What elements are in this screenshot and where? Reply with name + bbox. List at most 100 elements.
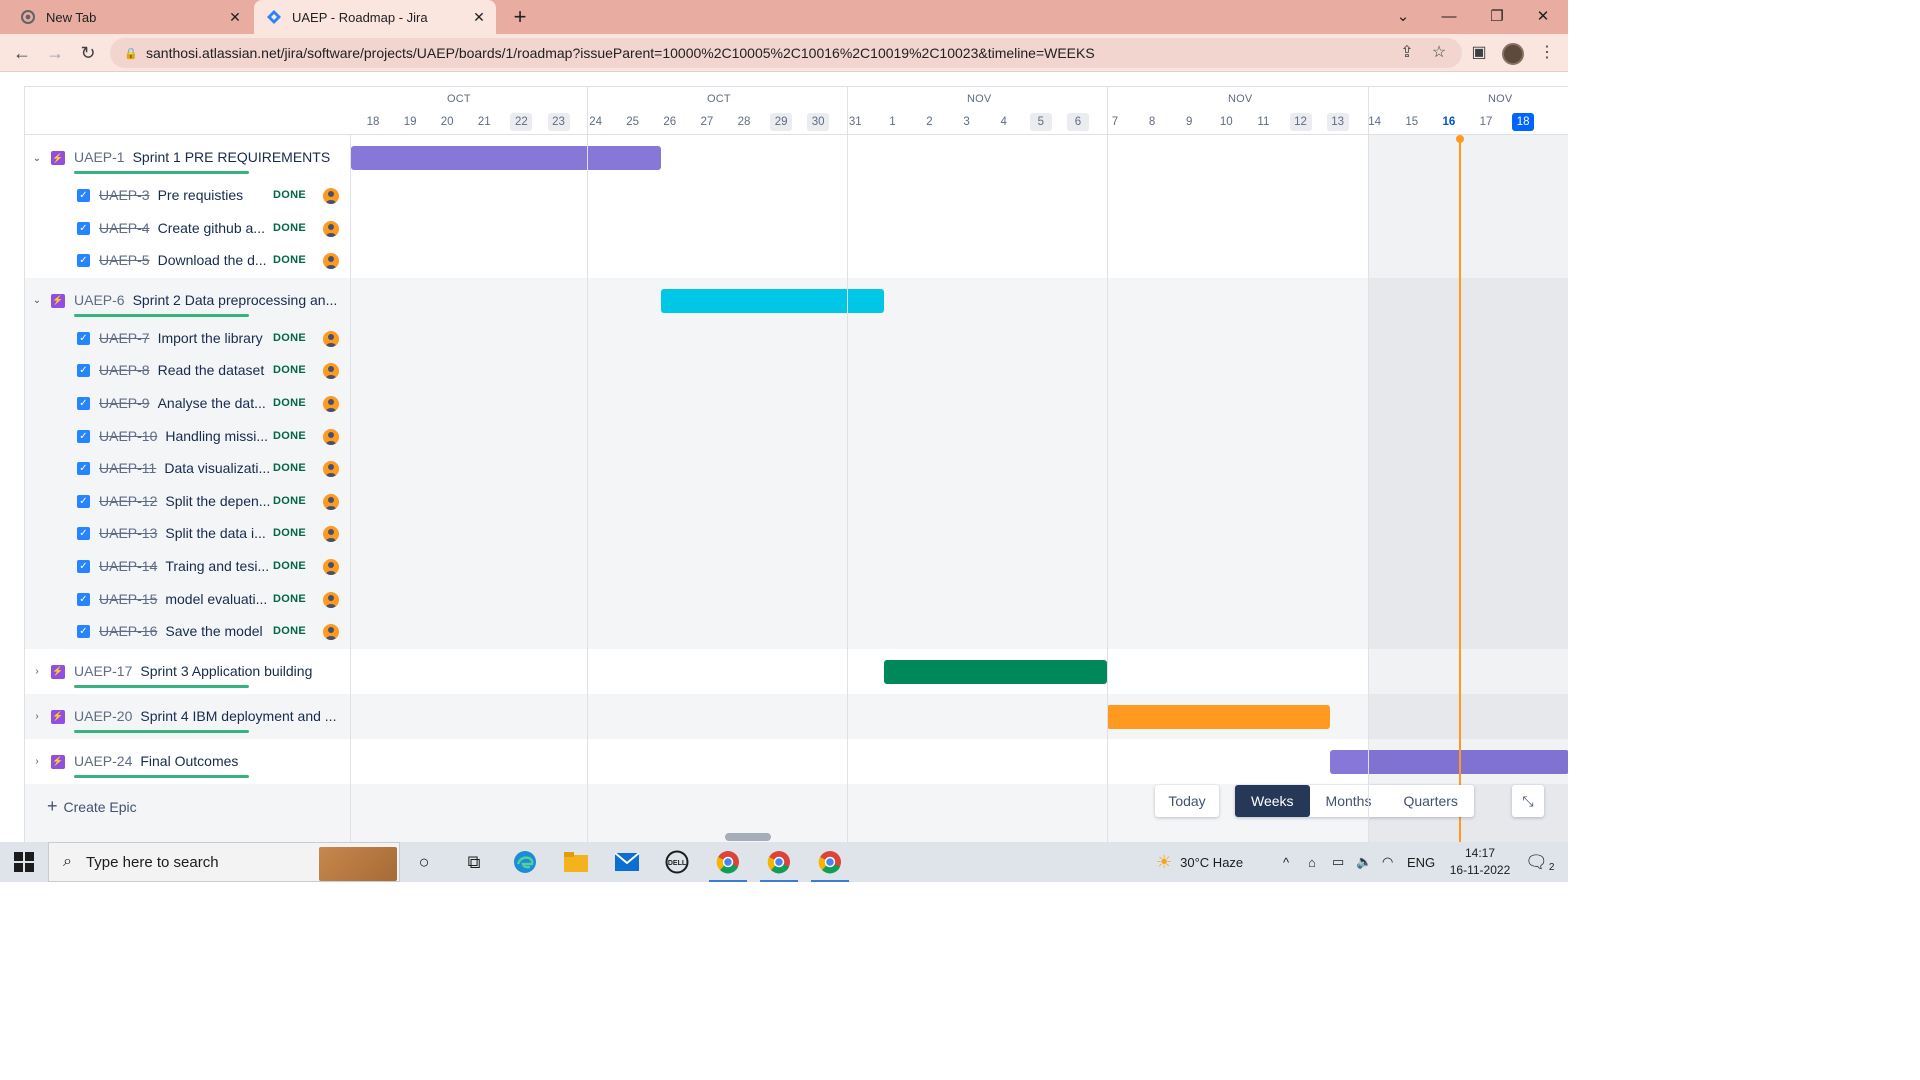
issue-key[interactable]: UAEP-15 bbox=[99, 591, 157, 607]
restore-icon[interactable]: ❐ bbox=[1474, 0, 1520, 32]
issue-row[interactable]: ✓ UAEP-9 Analyse the dat... DONE bbox=[25, 388, 351, 421]
side-panel-icon[interactable]: ▣ bbox=[1468, 41, 1490, 63]
status-badge[interactable]: DONE bbox=[273, 495, 306, 507]
status-badge[interactable]: DONE bbox=[273, 189, 306, 201]
issue-row[interactable]: ✓ UAEP-16 Save the model DONE bbox=[25, 616, 351, 649]
edge-icon[interactable] bbox=[511, 848, 539, 876]
epic-key[interactable]: UAEP-24 bbox=[74, 753, 132, 769]
chevron-right-icon[interactable]: › bbox=[31, 666, 43, 678]
issue-summary[interactable]: Create github a... bbox=[158, 220, 265, 236]
assignee-avatar[interactable] bbox=[323, 188, 339, 204]
issue-summary[interactable]: Import the library bbox=[158, 330, 263, 346]
issue-key[interactable]: UAEP-5 bbox=[99, 252, 150, 268]
issue-row[interactable]: ✓ UAEP-8 Read the dataset DONE bbox=[25, 355, 351, 388]
assignee-avatar[interactable] bbox=[323, 526, 339, 543]
chrome-icon[interactable] bbox=[816, 848, 844, 876]
epic-key[interactable]: UAEP-1 bbox=[74, 149, 125, 165]
weather-widget[interactable]: ☀ 30°C Haze bbox=[1156, 842, 1243, 882]
assignee-avatar[interactable] bbox=[323, 624, 339, 641]
address-bar[interactable]: 🔒 santhosi.atlassian.net/jira/software/p… bbox=[110, 38, 1462, 68]
assignee-avatar[interactable] bbox=[323, 591, 339, 608]
assignee-avatar[interactable] bbox=[323, 363, 339, 380]
assignee-avatar[interactable] bbox=[323, 220, 339, 237]
today-button[interactable]: Today bbox=[1155, 785, 1219, 817]
issue-key[interactable]: UAEP-7 bbox=[99, 330, 150, 346]
issue-key[interactable]: UAEP-4 bbox=[99, 220, 150, 236]
status-badge[interactable]: DONE bbox=[273, 625, 306, 637]
epic-row[interactable]: ⌄ ⚡ UAEP-1 Sprint 1 PRE REQUIREMENTS bbox=[25, 135, 351, 180]
status-badge[interactable]: DONE bbox=[273, 560, 306, 572]
windows-start-icon[interactable] bbox=[14, 852, 34, 872]
wifi-icon[interactable]: ◠ bbox=[1382, 842, 1393, 882]
assignee-avatar[interactable] bbox=[323, 461, 339, 478]
show-hidden-icons[interactable]: ^ bbox=[1283, 842, 1289, 882]
epic-row[interactable]: › ⚡ UAEP-20 Sprint 4 IBM deployment and ... bbox=[25, 694, 351, 739]
quarters-button[interactable]: Quarters bbox=[1387, 785, 1473, 817]
chevron-right-icon[interactable]: › bbox=[31, 756, 43, 768]
epic-summary[interactable]: Sprint 2 Data preprocessing an... bbox=[133, 292, 338, 308]
cortana-icon[interactable]: ○ bbox=[410, 848, 438, 876]
tab-search-chevron-icon[interactable]: ⌄ bbox=[1380, 0, 1426, 32]
status-badge[interactable]: DONE bbox=[273, 527, 306, 539]
chevron-down-icon[interactable]: ⌄ bbox=[31, 152, 43, 164]
issue-summary[interactable]: Traing and tesi... bbox=[165, 558, 269, 574]
dell-icon[interactable]: DELL bbox=[663, 848, 691, 876]
issue-summary[interactable]: Download the d... bbox=[158, 252, 267, 268]
issue-key[interactable]: UAEP-10 bbox=[99, 428, 157, 444]
issue-key[interactable]: UAEP-16 bbox=[99, 623, 157, 639]
chrome-icon[interactable] bbox=[714, 848, 742, 876]
issue-summary[interactable]: Save the model bbox=[165, 623, 262, 639]
epic-key[interactable]: UAEP-17 bbox=[74, 663, 132, 679]
status-badge[interactable]: DONE bbox=[273, 430, 306, 442]
browser-tab-jira[interactable]: UAEP - Roadmap - Jira ✕ bbox=[254, 0, 496, 34]
close-tab-icon[interactable]: ✕ bbox=[226, 8, 244, 26]
epic-row[interactable]: ⌄ ⚡ UAEP-6 Sprint 2 Data preprocessing an..… bbox=[25, 278, 351, 323]
profile-avatar[interactable] bbox=[1502, 43, 1524, 65]
issue-summary[interactable]: Pre requisties bbox=[158, 187, 244, 203]
taskbar-search-box[interactable]: ⌕ Type here to search bbox=[48, 842, 400, 882]
close-tab-icon[interactable]: ✕ bbox=[470, 8, 488, 26]
issue-row[interactable]: ✓ UAEP-12 Split the depen... DONE bbox=[25, 486, 351, 519]
status-badge[interactable]: DONE bbox=[273, 364, 306, 376]
close-window-icon[interactable]: ✕ bbox=[1520, 0, 1566, 32]
assignee-avatar[interactable] bbox=[323, 253, 339, 270]
epic-key[interactable]: UAEP-20 bbox=[74, 708, 132, 724]
chrome-icon[interactable] bbox=[765, 848, 793, 876]
issue-summary[interactable]: Handling missi... bbox=[165, 428, 268, 444]
bookmark-star-icon[interactable]: ☆ bbox=[1428, 41, 1450, 63]
epic-summary[interactable]: Sprint 4 IBM deployment and ... bbox=[140, 708, 336, 724]
issue-key[interactable]: UAEP-8 bbox=[99, 362, 150, 378]
status-badge[interactable]: DONE bbox=[273, 254, 306, 266]
meet-now-icon[interactable]: ⌂ bbox=[1308, 842, 1316, 882]
issue-row[interactable]: ✓ UAEP-3 Pre requisties DONE bbox=[25, 180, 351, 213]
issue-summary[interactable]: Split the data i... bbox=[165, 525, 265, 541]
horizontal-scrollbar[interactable] bbox=[725, 833, 771, 841]
browser-tab-new-tab[interactable]: New Tab ✕ bbox=[8, 0, 252, 34]
language-indicator[interactable]: ENG bbox=[1407, 842, 1435, 882]
assignee-avatar[interactable] bbox=[323, 493, 339, 510]
file-explorer-icon[interactable] bbox=[562, 848, 590, 876]
status-badge[interactable]: DONE bbox=[273, 332, 306, 344]
issue-row[interactable]: ✓ UAEP-4 Create github a... DONE bbox=[25, 213, 351, 246]
issue-key[interactable]: UAEP-9 bbox=[99, 395, 150, 411]
issue-key[interactable]: UAEP-14 bbox=[99, 558, 157, 574]
epic-timeline-bar[interactable] bbox=[884, 659, 1107, 684]
assignee-avatar[interactable] bbox=[323, 559, 339, 575]
epic-timeline-bar[interactable] bbox=[351, 146, 661, 170]
battery-icon[interactable]: ▭ bbox=[1332, 842, 1344, 882]
collapse-fullscreen-icon[interactable]: ⤡ bbox=[1512, 785, 1544, 817]
task-view-icon[interactable]: ⧉ bbox=[460, 848, 488, 876]
issue-summary[interactable]: Analyse the dat... bbox=[158, 395, 266, 411]
issue-key[interactable]: UAEP-3 bbox=[99, 187, 150, 203]
epic-summary[interactable]: Sprint 3 Application building bbox=[140, 663, 312, 679]
share-icon[interactable]: ⇪ bbox=[1396, 41, 1418, 63]
issue-key[interactable]: UAEP-13 bbox=[99, 525, 157, 541]
issue-row[interactable]: ✓ UAEP-15 model evaluati... DONE bbox=[25, 584, 351, 617]
status-badge[interactable]: DONE bbox=[273, 593, 306, 605]
epic-timeline-bar[interactable] bbox=[1107, 704, 1330, 729]
status-badge[interactable]: DONE bbox=[273, 397, 306, 409]
issue-row[interactable]: ✓ UAEP-14 Traing and tesi... DONE bbox=[25, 551, 351, 584]
reload-icon[interactable]: ↻ bbox=[76, 41, 100, 65]
issue-key[interactable]: UAEP-11 bbox=[99, 460, 156, 476]
months-button[interactable]: Months bbox=[1310, 785, 1388, 817]
